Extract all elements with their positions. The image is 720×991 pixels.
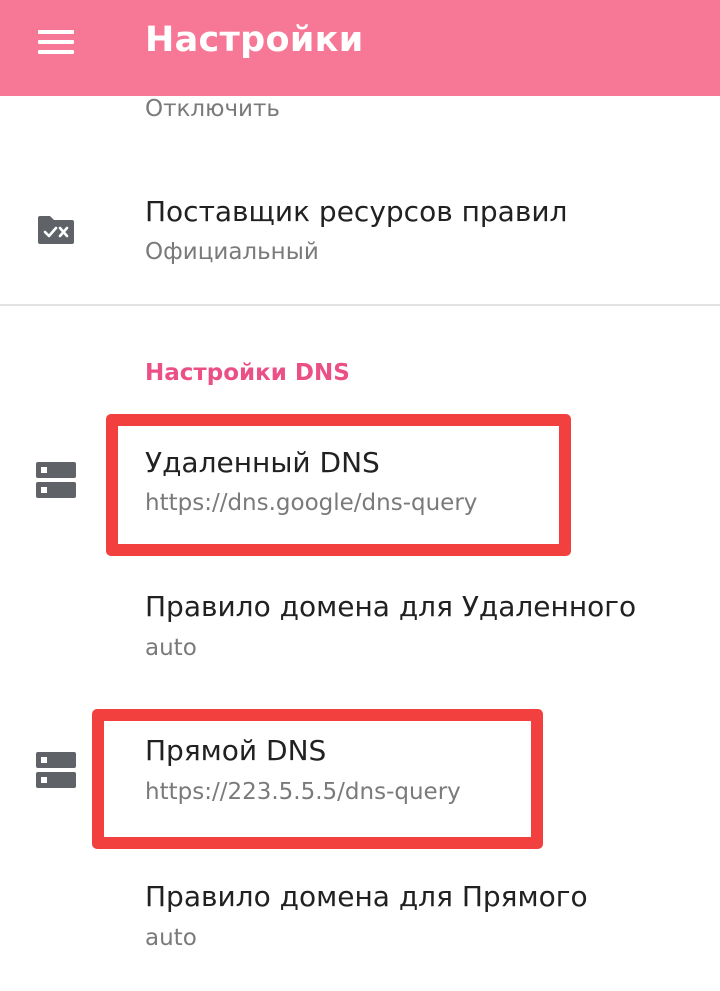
section-header-dns: Настройки DNS: [145, 360, 350, 386]
setting-row-remote-dns[interactable]: Удаленный DNS https://dns.google/dns-que…: [0, 430, 720, 540]
setting-row-remote-domain-rule[interactable]: Правило домена для Удаленного auto: [0, 576, 720, 686]
setting-row-direct-dns[interactable]: Прямой DNS https://223.5.5.5/dns-query: [0, 720, 720, 830]
setting-row-remote-domain-rule-title: Правило домена для Удаленного: [145, 590, 637, 623]
page-title: Настройки: [145, 20, 364, 60]
setting-row-remote-domain-rule-value: auto: [145, 635, 197, 661]
folder-check-cross-icon: [38, 216, 74, 244]
setting-row-rule-provider-title: Поставщик ресурсов правил: [145, 195, 568, 228]
hamburger-menu-icon[interactable]: [36, 28, 76, 56]
dns-server-icon: [36, 462, 76, 498]
setting-row-remote-dns-title: Удаленный DNS: [145, 446, 380, 479]
dns-server-icon: [36, 752, 76, 788]
app-bar: Настройки: [0, 0, 720, 96]
setting-row-rule-provider-subtitle: Официальный: [145, 239, 319, 265]
setting-row-rule-provider[interactable]: Поставщик ресурсов правил Официальный: [0, 180, 720, 290]
section-divider: [0, 304, 720, 306]
setting-row-direct-domain-rule[interactable]: Правило домена для Прямого auto: [0, 866, 720, 976]
setting-row-disable-subtitle: Отключить: [145, 96, 280, 122]
setting-row-direct-domain-rule-value: auto: [145, 925, 197, 951]
settings-screen: Отключить Поставщик ресурсов правил Офиц…: [0, 0, 720, 991]
setting-row-remote-dns-value: https://dns.google/dns-query: [145, 490, 478, 516]
setting-row-direct-domain-rule-title: Правило домена для Прямого: [145, 880, 588, 913]
setting-row-direct-dns-title: Прямой DNS: [145, 734, 327, 767]
setting-row-disable[interactable]: Отключить: [0, 82, 720, 156]
setting-row-direct-dns-value: https://223.5.5.5/dns-query: [145, 779, 461, 805]
